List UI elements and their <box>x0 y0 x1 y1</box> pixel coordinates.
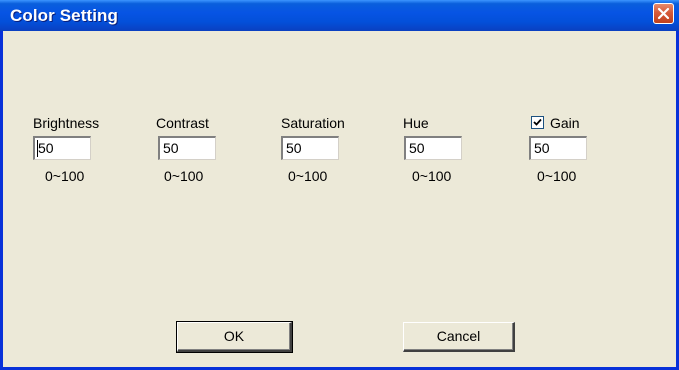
close-button[interactable] <box>653 3 674 24</box>
contrast-value: 50 <box>163 140 179 156</box>
saturation-label: Saturation <box>281 115 345 131</box>
close-icon <box>657 7 670 20</box>
gain-checkbox[interactable] <box>531 116 544 129</box>
hue-value: 50 <box>409 140 425 156</box>
contrast-range: 0~100 <box>164 168 204 184</box>
contrast-label: Contrast <box>156 115 209 131</box>
text-cursor <box>37 140 38 157</box>
checkmark-icon <box>533 118 542 126</box>
ok-button[interactable]: OK <box>176 321 293 353</box>
saturation-input[interactable]: 50 <box>281 136 339 160</box>
hue-range: 0~100 <box>412 168 452 184</box>
brightness-label: Brightness <box>33 115 100 131</box>
saturation-range: 0~100 <box>288 168 328 184</box>
brightness-range: 0~100 <box>45 168 85 184</box>
saturation-value: 50 <box>286 140 302 156</box>
hue-label: Hue <box>403 115 429 131</box>
dialog-title: Color Setting <box>10 6 119 25</box>
brightness-value: 50 <box>38 140 54 156</box>
gain-label: Gain <box>550 115 580 131</box>
brightness-input[interactable]: 50 <box>33 136 91 160</box>
hue-input[interactable]: 50 <box>404 136 462 160</box>
color-setting-dialog: Color Setting Brightness 50 0~100 Contra… <box>0 0 679 370</box>
contrast-input[interactable]: 50 <box>158 136 216 160</box>
gain-value: 50 <box>534 140 550 156</box>
title-bar[interactable]: Color Setting <box>0 0 679 31</box>
gain-range: 0~100 <box>537 168 577 184</box>
gain-input[interactable]: 50 <box>529 136 587 160</box>
cancel-button[interactable]: Cancel <box>403 322 515 352</box>
